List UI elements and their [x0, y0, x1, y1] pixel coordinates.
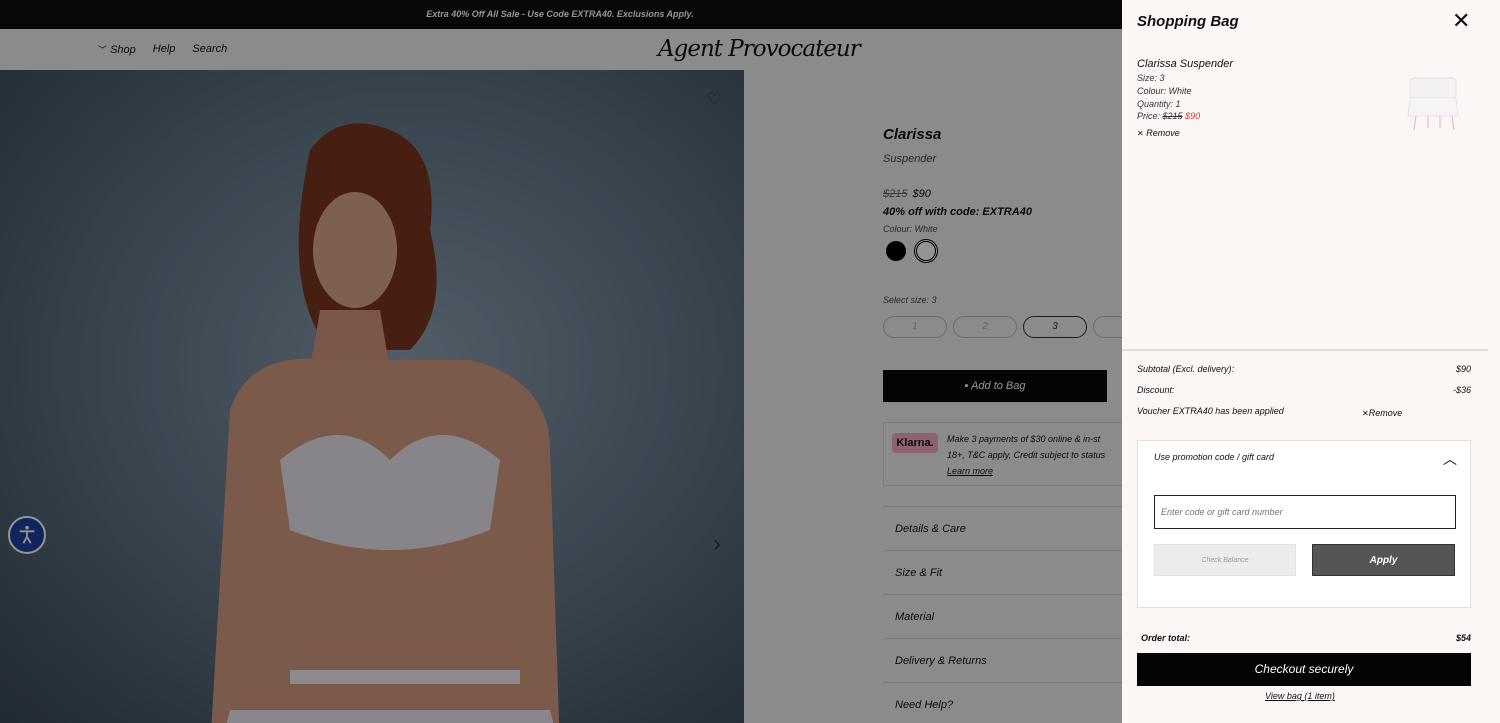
promo-code-panel: Use promotion code / gift card ︿ Check B…	[1137, 440, 1471, 608]
order-total-value: $54	[1455, 633, 1471, 643]
price-label: Price:	[1137, 111, 1161, 121]
close-icon: ✕	[1137, 129, 1144, 138]
divider	[1122, 349, 1488, 351]
subtotal-value: $90	[1455, 364, 1471, 374]
view-bag-link[interactable]: View bag (1 item)	[1265, 691, 1335, 701]
order-total-label: Order total:	[1141, 633, 1191, 643]
close-icon[interactable]: ✕	[1452, 10, 1470, 32]
price-now: $90	[1185, 111, 1201, 121]
discount-label: Discount:	[1137, 385, 1175, 395]
voucher-row: Voucher EXTRA40 has been applied	[1137, 406, 1471, 416]
checkout-button[interactable]: Checkout securely	[1137, 653, 1471, 686]
discount-value: -$36	[1452, 385, 1471, 395]
bag-item-price: Price: $215 $90	[1137, 111, 1200, 121]
bag-item-quantity: Quantity: 1	[1137, 99, 1181, 109]
remove-item-button[interactable]: ✕ Remove	[1137, 128, 1180, 138]
close-icon: ✕	[1362, 409, 1369, 418]
price-was: $215	[1162, 111, 1183, 121]
page-overlay[interactable]	[0, 0, 1122, 723]
bag-item-size: Size: 3	[1137, 73, 1165, 83]
order-total-row: Order total: $54	[1141, 633, 1471, 643]
check-balance-button[interactable]: Check Balance	[1154, 544, 1296, 576]
voucher-text: Voucher EXTRA40 has been applied	[1137, 406, 1284, 416]
bag-item-colour: Colour: White	[1137, 86, 1192, 96]
promo-code-input[interactable]	[1154, 495, 1456, 529]
chevron-up-icon[interactable]: ︿	[1443, 449, 1457, 469]
drawer-title: Shopping Bag	[1137, 13, 1239, 30]
shopping-bag-drawer: Shopping Bag ✕ Clarissa Suspender Size: …	[1122, 0, 1500, 723]
subtotal-row: Subtotal (Excl. delivery): $90	[1137, 364, 1471, 374]
remove-label: Remove	[1146, 128, 1180, 138]
voucher-remove-button[interactable]: ✕Remove	[1362, 408, 1402, 418]
voucher-remove-label: Remove	[1368, 408, 1403, 418]
bag-item-name: Clarissa Suspender	[1137, 58, 1233, 70]
subtotal-label: Subtotal (Excl. delivery):	[1137, 364, 1235, 374]
discount-row: Discount: -$36	[1137, 385, 1471, 395]
product-thumbnail[interactable]	[1404, 72, 1462, 132]
apply-button[interactable]: Apply	[1312, 544, 1455, 576]
promo-heading[interactable]: Use promotion code / gift card	[1154, 452, 1274, 462]
